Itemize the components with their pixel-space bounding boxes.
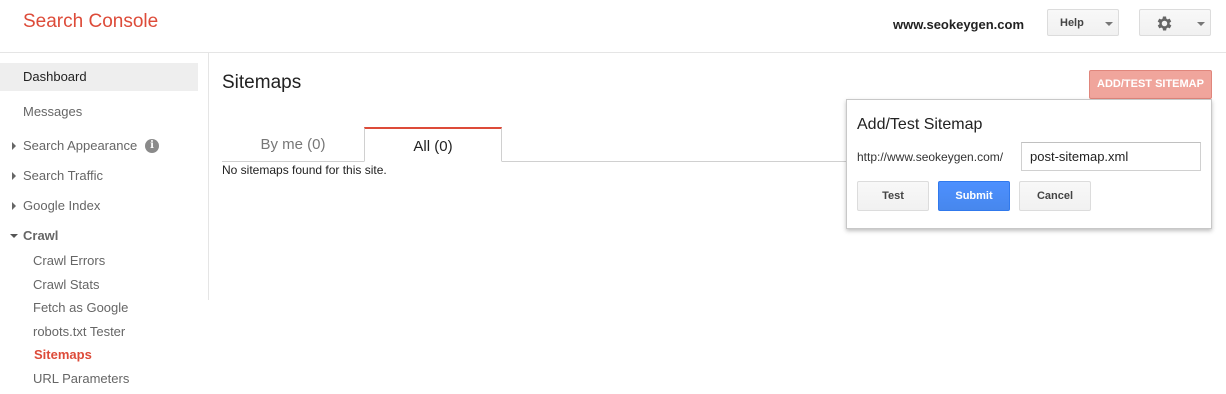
sidebar-item-label: Messages (23, 104, 83, 119)
sidebar-subitem-fetch-as-google[interactable]: Fetch as Google (33, 300, 128, 315)
sidebar-item-dashboard[interactable]: Dashboard (0, 63, 198, 91)
submit-button[interactable]: Submit (938, 181, 1010, 211)
sidebar-item-label: Search Appearance (23, 138, 138, 153)
page-title: Sitemaps (222, 72, 302, 93)
chevron-down-icon (1105, 22, 1113, 26)
cancel-button[interactable]: Cancel (1019, 181, 1091, 211)
chevron-right-icon (12, 202, 16, 210)
top-header: Search Console www.seokeygen.com Help (0, 0, 1226, 53)
dialog-title: Add/Test Sitemap (857, 116, 983, 133)
sidebar-subitem-crawl-errors[interactable]: Crawl Errors (33, 253, 105, 268)
help-label: Help (1060, 17, 1084, 29)
tab-by-me[interactable]: By me (0) (222, 127, 364, 162)
sidebar-item-label: Google Index (23, 198, 101, 213)
tab-all[interactable]: All (0) (364, 127, 502, 162)
site-name: www.seokeygen.com (893, 17, 1025, 32)
sidebar-item-label: Dashboard (23, 69, 87, 84)
sidebar-subitem-sitemaps[interactable]: Sitemaps (34, 347, 92, 362)
chevron-down-icon (10, 234, 18, 238)
add-test-sitemap-button[interactable]: ADD/TEST SITEMAP (1089, 70, 1212, 99)
sidebar-item-search-appearance[interactable]: Search Appearance i (0, 132, 198, 160)
help-button[interactable]: Help (1047, 9, 1119, 36)
test-button[interactable]: Test (857, 181, 929, 211)
search-console-logo[interactable]: Search Console (23, 11, 158, 33)
empty-message: No sitemaps found for this site. (222, 163, 387, 177)
url-prefix: http://www.seokeygen.com/ (857, 150, 1004, 164)
sidebar-item-label: Search Traffic (23, 168, 103, 183)
sidebar-subitem-crawl-stats[interactable]: Crawl Stats (33, 277, 99, 292)
gear-icon (1155, 14, 1174, 38)
sidebar-item-label: Crawl (23, 228, 59, 243)
info-icon[interactable]: i (145, 139, 159, 153)
chevron-right-icon (12, 172, 16, 180)
chevron-down-icon (1197, 22, 1205, 26)
chevron-right-icon (12, 142, 16, 150)
sidebar-subitem-robots-tester[interactable]: robots.txt Tester (33, 324, 125, 339)
sitemap-path-input[interactable] (1021, 142, 1201, 171)
settings-button[interactable] (1139, 9, 1211, 36)
sidebar-subitem-url-parameters[interactable]: URL Parameters (33, 371, 129, 386)
add-test-sitemap-dialog: Add/Test Sitemap http://www.seokeygen.co… (846, 99, 1212, 229)
